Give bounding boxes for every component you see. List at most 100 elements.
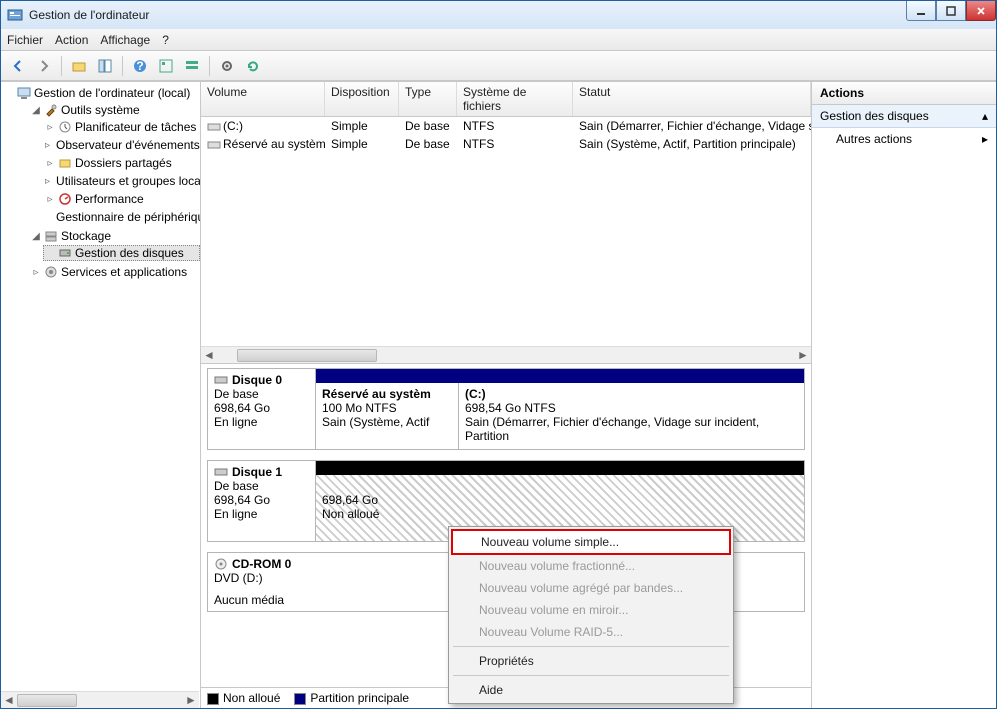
- up-button[interactable]: [68, 55, 90, 77]
- col-filesystem[interactable]: Système de fichiers: [457, 82, 573, 116]
- col-status[interactable]: Statut: [573, 82, 811, 116]
- scroll-left-icon[interactable]: ◄: [1, 693, 17, 708]
- expand-icon[interactable]: ▹: [45, 176, 50, 187]
- drive-icon: [207, 122, 221, 132]
- tree-event-viewer[interactable]: ▹Observateur d'événements: [43, 137, 200, 153]
- partition-size: 698,54 Go NTFS: [465, 401, 798, 415]
- ctx-help[interactable]: Aide: [451, 679, 731, 701]
- services-icon: [44, 265, 58, 279]
- tree-label: Planificateur de tâches: [75, 120, 196, 134]
- ctx-new-raid5-volume: Nouveau Volume RAID-5...: [451, 621, 731, 643]
- scroll-left-icon[interactable]: ◄: [201, 348, 217, 363]
- col-volume[interactable]: Volume: [201, 82, 325, 116]
- disk-row-0[interactable]: Disque 0 De base 698,64 Go En ligne Rése…: [207, 368, 805, 450]
- view-options-2-button[interactable]: [181, 55, 203, 77]
- svg-text:?: ?: [136, 59, 143, 73]
- menu-file[interactable]: Fichier: [7, 33, 43, 47]
- col-layout[interactable]: Disposition: [325, 82, 399, 116]
- tree-services-apps[interactable]: ▹ Services et applications: [29, 264, 200, 280]
- tree-label: Outils système: [61, 103, 140, 117]
- refresh-button[interactable]: [242, 55, 264, 77]
- collapse-icon[interactable]: ◢: [31, 105, 41, 116]
- collapse-up-icon: ▴: [982, 109, 988, 123]
- volume-list: Volume Disposition Type Système de fichi…: [201, 82, 811, 364]
- disk-icon: [214, 375, 228, 385]
- partition-system-reserved[interactable]: Réservé au systèm 100 Mo NTFS Sain (Syst…: [316, 383, 458, 449]
- disk-type: DVD (D:): [214, 571, 310, 585]
- collapse-icon[interactable]: ◢: [31, 231, 41, 242]
- ctx-new-striped-volume: Nouveau volume agrégé par bandes...: [451, 577, 731, 599]
- list-row[interactable]: (C:) Simple De base NTFS Sain (Démarrer,…: [201, 117, 811, 135]
- show-hide-tree-button[interactable]: [94, 55, 116, 77]
- maximize-button[interactable]: [936, 1, 966, 21]
- disk-name: Disque 1: [232, 465, 282, 479]
- help-button[interactable]: ?: [129, 55, 151, 77]
- cell-volume: Réservé au système: [223, 137, 325, 151]
- expand-icon[interactable]: ▹: [45, 122, 55, 133]
- actions-pane: Actions Gestion des disques ▴ Autres act…: [812, 82, 996, 708]
- expand-icon[interactable]: ▹: [45, 158, 55, 169]
- forward-button[interactable]: [33, 55, 55, 77]
- tree-root[interactable]: Gestion de l'ordinateur (local): [15, 85, 200, 101]
- toolbar: ?: [1, 51, 996, 81]
- tree-task-scheduler[interactable]: ▹ Planificateur de tâches: [43, 119, 200, 135]
- settings-button[interactable]: [216, 55, 238, 77]
- menu-help[interactable]: ?: [162, 33, 169, 47]
- actions-more-label: Autres actions: [836, 132, 912, 146]
- tree-disk-management[interactable]: ▹Gestion des disques: [43, 245, 200, 261]
- scroll-right-icon[interactable]: ►: [183, 693, 199, 708]
- cell-status: Sain (Système, Actif, Partition principa…: [573, 136, 811, 152]
- scroll-thumb[interactable]: [17, 694, 77, 707]
- disk-info: CD-ROM 0 DVD (D:) Aucun média: [208, 553, 316, 611]
- titlebar[interactable]: Gestion de l'ordinateur: [1, 1, 996, 29]
- tree-root-label: Gestion de l'ordinateur (local): [34, 86, 190, 100]
- expand-icon[interactable]: ▹: [45, 140, 50, 151]
- tree-label: Gestionnaire de périphériques: [56, 210, 201, 224]
- cell-type: De base: [399, 118, 457, 134]
- tree-users-groups[interactable]: ▹Utilisateurs et groupes locaux: [43, 173, 200, 189]
- tree-storage[interactable]: ◢ Stockage: [29, 228, 200, 244]
- list-row[interactable]: Réservé au système Simple De base NTFS S…: [201, 135, 811, 153]
- partition-c[interactable]: (C:) 698,54 Go NTFS Sain (Démarrer, Fich…: [458, 383, 804, 449]
- list-hscrollbar[interactable]: ◄ ►: [201, 346, 811, 363]
- scroll-thumb[interactable]: [237, 349, 377, 362]
- partition-name: Réservé au systèm: [322, 387, 452, 401]
- legend-primary-label: Partition principale: [310, 691, 409, 705]
- partition-size: 100 Mo NTFS: [322, 401, 452, 415]
- back-button[interactable]: [7, 55, 29, 77]
- cell-fs: NTFS: [457, 136, 573, 152]
- tree-performance[interactable]: ▹Performance: [43, 191, 200, 207]
- tree-hscrollbar[interactable]: ◄ ►: [1, 691, 199, 708]
- actions-header: Actions: [812, 82, 996, 105]
- disk-state: En ligne: [214, 507, 309, 521]
- disk-type: De base: [214, 387, 309, 401]
- disk-mgmt-icon: [58, 246, 72, 260]
- close-button[interactable]: [966, 1, 996, 21]
- list-header: Volume Disposition Type Système de fichi…: [201, 82, 811, 117]
- tree-system-tools[interactable]: ◢ Outils système: [29, 102, 200, 118]
- expand-icon[interactable]: ▹: [31, 267, 41, 278]
- app-icon: [7, 7, 23, 23]
- app-window: Gestion de l'ordinateur Fichier Action A…: [0, 0, 997, 709]
- col-type[interactable]: Type: [399, 82, 457, 116]
- disk-name: Disque 0: [232, 373, 282, 387]
- menu-action[interactable]: Action: [55, 33, 88, 47]
- minimize-button[interactable]: [906, 1, 936, 21]
- scroll-right-icon[interactable]: ►: [795, 348, 811, 363]
- tree-label: Stockage: [61, 229, 111, 243]
- computer-icon: [17, 86, 31, 100]
- tree-device-manager[interactable]: ▹Gestionnaire de périphériques: [43, 209, 200, 225]
- context-menu: Nouveau volume simple... Nouveau volume …: [448, 526, 734, 704]
- actions-more[interactable]: Autres actions ▸: [812, 128, 996, 150]
- ctx-new-simple-volume[interactable]: Nouveau volume simple...: [451, 529, 731, 555]
- list-body: (C:) Simple De base NTFS Sain (Démarrer,…: [201, 117, 811, 346]
- view-options-button[interactable]: [155, 55, 177, 77]
- partition-status: Non alloué: [322, 507, 798, 521]
- tree-shared-folders[interactable]: ▹Dossiers partagés: [43, 155, 200, 171]
- cell-type: De base: [399, 136, 457, 152]
- cell-layout: Simple: [325, 118, 399, 134]
- expand-icon[interactable]: ▹: [45, 194, 55, 205]
- ctx-properties[interactable]: Propriétés: [451, 650, 731, 672]
- menu-view[interactable]: Affichage: [100, 33, 150, 47]
- actions-group[interactable]: Gestion des disques ▴: [812, 105, 996, 128]
